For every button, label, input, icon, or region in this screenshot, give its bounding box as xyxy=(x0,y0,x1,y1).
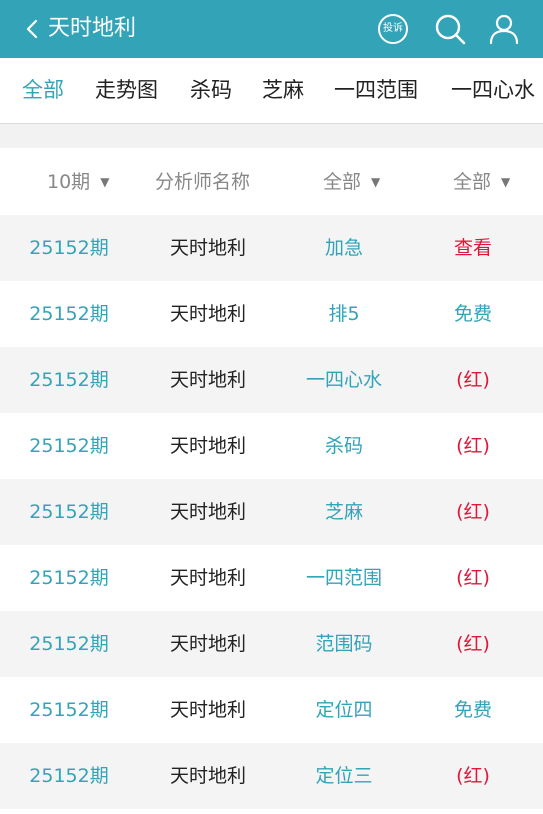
search-icon[interactable] xyxy=(433,12,467,46)
back-arrow-icon[interactable] xyxy=(22,17,44,41)
action-cell[interactable]: (红) xyxy=(417,347,529,413)
type-cell: 定位四 xyxy=(315,699,373,721)
action-cell[interactable]: (红) xyxy=(417,611,529,677)
table-row[interactable]: 25152期 天时地利 杀码 (红) xyxy=(0,413,543,479)
analyst-column-header: 分析师名称 xyxy=(155,171,251,193)
action-cell[interactable]: 查看 xyxy=(417,215,529,281)
table-row[interactable]: 25152期 天时地利 排5 免费 xyxy=(0,281,543,347)
period-cell: 25152期 xyxy=(29,633,109,655)
period-cell: 25152期 xyxy=(29,369,109,391)
category-tabs: 全部 走势图 杀码 芝麻 一四范围 一四心水 xyxy=(0,58,543,124)
type-cell: 一四范围 xyxy=(305,567,382,589)
analyst-cell: 天时地利 xyxy=(169,633,246,655)
period-cell: 25152期 xyxy=(29,567,109,589)
analyst-cell: 天时地利 xyxy=(169,435,246,457)
tab-heart-water[interactable]: 一四心水 xyxy=(451,75,535,105)
user-icon[interactable] xyxy=(487,12,521,46)
table-row[interactable]: 25152期 天时地利 范围码 (红) xyxy=(0,611,543,677)
analyst-cell: 天时地利 xyxy=(169,303,246,325)
tab-range[interactable]: 一四范围 xyxy=(334,75,418,105)
period-cell: 25152期 xyxy=(29,501,109,523)
action-cell[interactable]: (红) xyxy=(417,479,529,545)
filter-bar: 10期 ▼ 分析师名称 全部 ▼ 全部 ▼ xyxy=(0,148,543,215)
analyst-cell: 天时地利 xyxy=(169,369,246,391)
period-cell: 25152期 xyxy=(29,765,109,787)
table-row[interactable]: 25152期 天时地利 一四范围 (红) xyxy=(0,545,543,611)
period-cell: 25152期 xyxy=(29,435,109,457)
period-filter-label: 10期 xyxy=(47,171,91,193)
type-cell: 范围码 xyxy=(315,633,373,655)
period-cell: 25152期 xyxy=(29,237,109,259)
analyst-cell: 天时地利 xyxy=(169,699,246,721)
tab-all[interactable]: 全部 xyxy=(22,75,64,105)
caret-down-icon: ▼ xyxy=(100,175,110,189)
action-cell[interactable]: (红) xyxy=(417,413,529,479)
action-cell[interactable]: 免费 xyxy=(417,281,529,347)
section-divider xyxy=(0,124,543,148)
type-cell: 加急 xyxy=(324,237,363,259)
caret-down-icon: ▼ xyxy=(371,175,381,189)
type-cell: 一四心水 xyxy=(305,369,382,391)
tab-sesame[interactable]: 芝麻 xyxy=(262,75,304,105)
period-filter[interactable]: 10期 ▼ xyxy=(47,168,109,196)
action-cell[interactable]: (红) xyxy=(417,545,529,611)
category-filter-label: 全部 xyxy=(323,171,362,193)
action-cell[interactable]: 免费 xyxy=(417,677,529,743)
status-filter[interactable]: 全部 ▼ xyxy=(453,168,510,196)
period-cell: 25152期 xyxy=(29,303,109,325)
analyst-cell: 天时地利 xyxy=(169,567,246,589)
table-row[interactable]: 25152期 天时地利 芝麻 (红) xyxy=(0,479,543,545)
action-cell[interactable]: (红) xyxy=(417,743,529,809)
analyst-cell: 天时地利 xyxy=(169,765,246,787)
header-bar: 天时地利 投诉 xyxy=(0,0,543,58)
period-cell: 25152期 xyxy=(29,699,109,721)
type-cell: 排5 xyxy=(328,303,360,325)
tab-kill-code[interactable]: 杀码 xyxy=(190,75,232,105)
type-cell: 杀码 xyxy=(324,435,363,457)
type-cell: 定位三 xyxy=(315,765,373,787)
status-filter-label: 全部 xyxy=(453,171,492,193)
table-row[interactable]: 25152期 天时地利 定位三 (红) xyxy=(0,743,543,809)
prediction-list: 25152期 天时地利 加急 查看 25152期 天时地利 排5 免费 25152期 天时地利 一四… xyxy=(0,215,543,809)
complain-button[interactable]: 投诉 xyxy=(378,14,408,44)
analyst-cell: 天时地利 xyxy=(169,501,246,523)
table-row[interactable]: 25152期 天时地利 定位四 免费 xyxy=(0,677,543,743)
analyst-cell: 天时地利 xyxy=(169,237,246,259)
table-row[interactable]: 25152期 天时地利 一四心水 (红) xyxy=(0,347,543,413)
page-title: 天时地利 xyxy=(48,16,137,41)
complain-label: 投诉 xyxy=(383,23,403,34)
table-row[interactable]: 25152期 天时地利 加急 查看 xyxy=(0,215,543,281)
category-filter[interactable]: 全部 ▼ xyxy=(323,168,380,196)
tab-trend-chart[interactable]: 走势图 xyxy=(95,75,158,105)
caret-down-icon: ▼ xyxy=(501,175,511,189)
type-cell: 芝麻 xyxy=(324,501,363,523)
